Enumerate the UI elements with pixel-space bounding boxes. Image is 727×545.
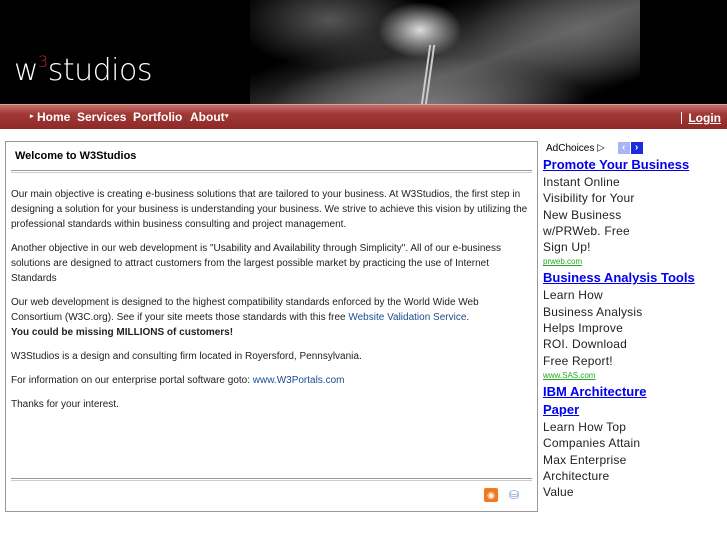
- paragraph: Thanks for your interest.: [11, 399, 119, 410]
- logo[interactable]: w3studios: [14, 52, 153, 88]
- paragraph: Our main objective is creating e-busines…: [11, 189, 528, 230]
- text: .: [466, 312, 470, 323]
- w3portals-link[interactable]: www.W3Portals.com: [253, 375, 345, 386]
- bold-callout: You could be missing MILLIONS of custome…: [11, 327, 234, 338]
- logo-superscript: 3: [38, 52, 48, 71]
- paragraph: Another objective in our web development…: [11, 243, 501, 284]
- ad-body: Learn How Top Companies Attain Max Enter…: [543, 419, 641, 500]
- divider: [681, 112, 682, 124]
- nav-home[interactable]: Home: [37, 110, 70, 124]
- content-body: Our main objective is creating e-busines…: [11, 187, 531, 421]
- ad-body: Instant Online Visibility for Your New B…: [543, 175, 635, 255]
- content-panel: Welcome to W3Studios Our main objective …: [5, 141, 538, 512]
- rss-icon[interactable]: ◉: [484, 488, 498, 502]
- text: For information on our enterprise portal…: [11, 375, 253, 386]
- ad-title[interactable]: Promote Your Business: [543, 156, 727, 174]
- network-icon[interactable]: ⛁: [509, 488, 525, 502]
- ad-title[interactable]: Business Analysis Tools: [543, 269, 727, 287]
- ad-item: Business Analysis Tools Learn How Busine…: [543, 269, 727, 382]
- ad-title[interactable]: IBM Architecture Paper: [543, 383, 653, 419]
- ad-url[interactable]: prweb.com: [543, 255, 727, 269]
- ad-column: AdChoices ▷ ‹ › Promote Your Business Ins…: [543, 142, 727, 500]
- paragraph: For information on our enterprise portal…: [11, 373, 531, 388]
- adchoices-icon[interactable]: ▷: [597, 143, 605, 154]
- nav-services[interactable]: Services: [77, 110, 126, 124]
- ad-body: Learn How Business Analysis Helps Improv…: [543, 288, 643, 368]
- header-banner: w3studios: [0, 0, 727, 104]
- login-link[interactable]: Login: [688, 111, 721, 125]
- ad-item: IBM Architecture Paper Learn How Top Com…: [543, 383, 727, 500]
- logo-text: studios: [47, 53, 153, 88]
- ad-item: Promote Your Business Instant Online Vis…: [543, 156, 727, 269]
- validation-service-link[interactable]: Website Validation Service: [348, 312, 466, 323]
- nav-portfolio[interactable]: Portfolio: [133, 110, 182, 124]
- nav-about[interactable]: About: [190, 110, 225, 124]
- nav-bar: ▸ Home Services Portfolio About ▾ Login: [0, 104, 727, 129]
- paragraph: W3Studios is a design and consulting fir…: [11, 351, 362, 362]
- adchoices-label[interactable]: AdChoices: [546, 143, 594, 154]
- arrow-right-icon: ▸: [30, 113, 34, 120]
- divider: [11, 478, 532, 481]
- ad-url[interactable]: www.SAS.com: [543, 369, 727, 383]
- page-title: Welcome to W3Studios: [15, 150, 137, 162]
- road-photo: [250, 0, 640, 104]
- caret-down-icon: ▾: [225, 113, 229, 120]
- adchoices-bar: AdChoices ▷ ‹ ›: [543, 142, 727, 156]
- paragraph: Our web development is designed to the h…: [11, 295, 531, 340]
- logo-text: w: [14, 53, 39, 88]
- divider: [11, 170, 532, 173]
- next-arrow-icon[interactable]: ›: [630, 142, 643, 154]
- prev-arrow-icon[interactable]: ‹: [617, 142, 630, 154]
